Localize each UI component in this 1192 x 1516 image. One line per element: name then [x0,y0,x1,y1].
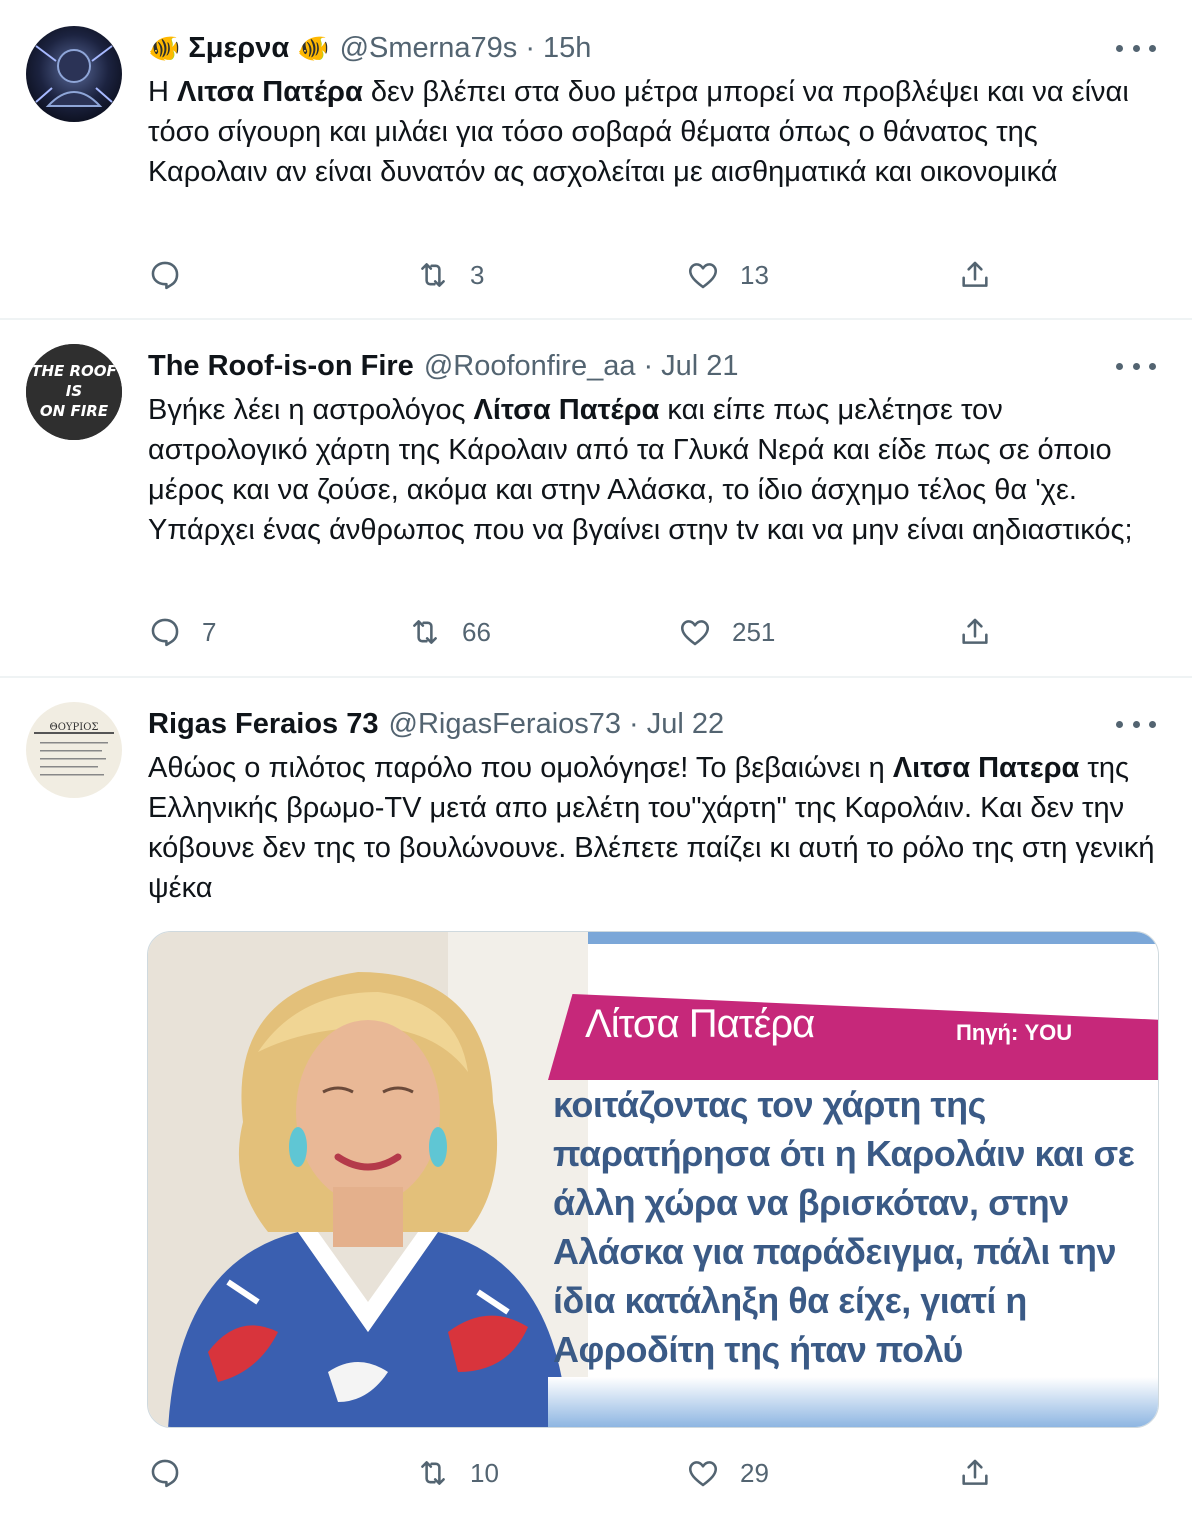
separator: · [629,707,639,740]
like-icon [688,1461,718,1487]
avatar-image: THE ROOF IS ON FIRE [26,344,122,440]
more-icon[interactable] [1116,709,1156,739]
media-source: Πηγή: YOU [956,1020,1073,1045]
tweet[interactable]: 🐠 Σμερνα 🐠 @Smerna79s · 15h Η Λιτσα Πατέ… [0,0,1192,320]
highlighted-name: Λιτσα Πατέρα [177,76,363,108]
share-button[interactable] [958,255,992,295]
retweet-button[interactable]: 66 [408,612,491,652]
user-handle[interactable]: @RigasFeraios73 [389,708,622,741]
separator: · [643,349,654,382]
highlighted-name: Λιτσα Πατερα [892,752,1080,784]
avatar[interactable]: ΘΟΥΡΙΟΣ [26,702,122,798]
tweet-actions: 3 13 [148,255,1008,295]
share-icon [962,1459,988,1485]
media-bottom-bar [548,1377,1158,1427]
like-count: 13 [740,259,769,290]
retweet-icon [421,263,445,287]
tweet-text: Αθώος ο πιλότος παρόλο που ομολόγησε! Το… [148,752,1155,904]
more-icon[interactable] [1116,351,1156,381]
like-button[interactable]: 251 [678,612,775,652]
tweet-text: Βγήκε λέει η αστρολόγος Λίτσα Πατέρα και… [148,394,1133,546]
timestamp[interactable]: Jul 22 [647,708,724,741]
avatar[interactable]: THE ROOF IS ON FIRE [26,344,122,440]
tweet-header: Rigas Feraios 73 @RigasFeraios73 · Jul 2… [148,704,1112,744]
like-count: 29 [740,1457,769,1488]
reply-button[interactable] [148,1453,202,1493]
share-button[interactable] [958,612,992,652]
tweet-header: 🐠 Σμερνα 🐠 @Smerna79s · 15h [148,28,1112,68]
timestamp[interactable]: 15h [543,32,591,65]
user-handle[interactable]: @Roofonfire_aa [424,350,636,383]
retweet-icon [413,620,437,644]
like-button[interactable]: 29 [686,1453,769,1493]
avatar-text: THE ROOF [31,362,117,380]
avatar-text: IS [66,382,82,400]
separator: · [525,31,535,64]
reply-icon [151,618,179,647]
share-button[interactable] [958,1453,992,1493]
more-icon[interactable] [1116,33,1156,63]
user-handle[interactable]: @Smerna79s [340,32,518,65]
retweet-count: 66 [462,616,491,647]
tweet-actions: 10 29 [148,1453,1008,1493]
share-icon [962,261,988,287]
woman-photo [148,932,588,1427]
retweet-button[interactable]: 10 [416,1453,499,1493]
like-count: 251 [732,616,776,647]
reply-icon [151,1459,179,1488]
tweet-text: Η Λιτσα Πατέρα δεν βλέπει στα δυο μέτρα … [148,76,1129,188]
display-name[interactable]: Rigas Feraios 73 [148,708,379,741]
retweet-icon [421,1461,445,1485]
avatar[interactable] [26,26,122,122]
fish-emoji-icon: 🐠 [148,32,181,63]
media-quote: κοιτάζοντας τον χάρτη της παρατήρησα ότι… [553,1084,1135,1419]
reply-count: 7 [202,616,217,647]
display-name[interactable]: The Roof-is-on Fire [148,350,414,383]
retweet-button[interactable]: 3 [416,255,484,295]
reply-button[interactable]: 7 [148,612,216,652]
tweet-media-image[interactable]: Λίτσα Πατέρα Πηγή: YOU κοιτάζοντας τον χ… [147,931,1159,1428]
avatar-text: ΘΟΥΡΙΟΣ [50,722,99,733]
highlighted-name: Λίτσα Πατέρα [473,394,660,426]
display-name[interactable]: Σμερνα [188,32,289,65]
media-top-bar [548,932,1158,944]
avatar-image: ΘΟΥΡΙΟΣ [26,702,122,798]
like-icon [680,620,710,646]
timestamp[interactable]: Jul 21 [661,350,738,383]
retweet-count: 10 [470,1457,499,1488]
media-title: Λίτσα Πατέρα [585,1002,815,1046]
tweet[interactable]: THE ROOF IS ON FIRE The Roof-is-on Fire … [0,320,1192,678]
avatar-image [26,26,122,122]
reply-icon [151,261,179,290]
avatar-text: ON FIRE [40,402,109,420]
like-button[interactable]: 13 [686,255,769,295]
fish-emoji-icon: 🐠 [297,32,330,63]
reply-button[interactable] [148,255,202,295]
tweet-actions: 7 66 251 [148,612,1008,652]
like-icon [688,263,718,289]
tweet-header: The Roof-is-on Fire @Roofonfire_aa · Jul… [148,346,1112,386]
share-icon [962,618,988,644]
retweet-count: 3 [470,259,485,290]
